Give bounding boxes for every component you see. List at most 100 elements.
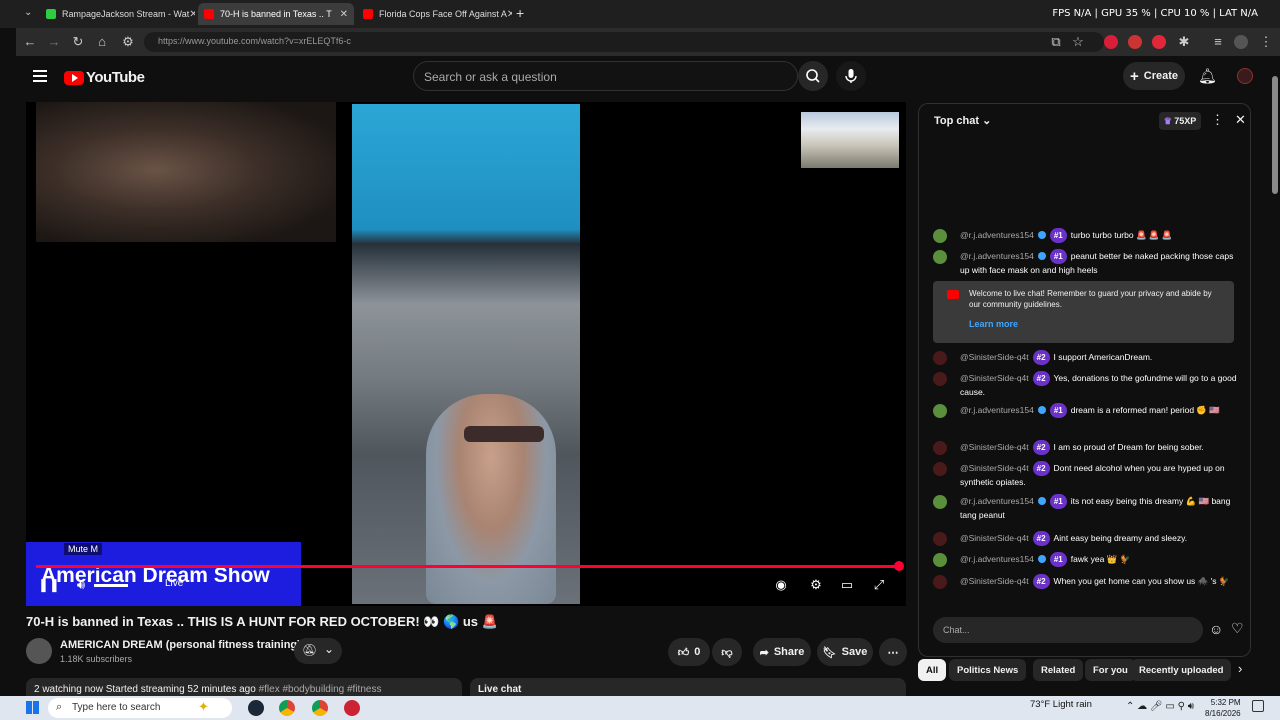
chip-all[interactable]: All	[918, 659, 947, 681]
back-arrow-icon[interactable]: ←	[22, 34, 38, 50]
windows-start-icon[interactable]	[26, 701, 39, 714]
close-chat-icon[interactable]: ✕	[1235, 112, 1246, 128]
chip-politics-news[interactable]: Politics News	[949, 659, 1027, 681]
chat-username[interactable]: @SinisterSide-q4t	[960, 373, 1029, 383]
user-avatar[interactable]	[933, 532, 947, 546]
more-actions-button[interactable]: ⋯	[879, 638, 907, 666]
obs-icon[interactable]	[344, 700, 360, 716]
learn-more-link[interactable]: Learn more	[969, 319, 1224, 330]
volume-slider[interactable]	[94, 584, 128, 587]
scrollbar-thumb[interactable]	[1272, 76, 1278, 194]
pause-icon[interactable]: ❚❚	[38, 576, 60, 594]
chat-username[interactable]: @r.j.adventures154	[960, 251, 1034, 261]
account-avatar[interactable]	[1237, 68, 1253, 84]
profile-avatar-icon[interactable]	[1234, 35, 1248, 49]
theater-mode-icon[interactable]: ▭	[838, 576, 856, 594]
copilot-sparkle-icon[interactable]: ✦	[198, 699, 209, 715]
extension-stop-icon[interactable]	[1152, 35, 1166, 49]
chrome-profile-icon[interactable]	[312, 700, 328, 716]
chat-username[interactable]: @r.j.adventures154	[960, 230, 1034, 240]
extension-red-icon[interactable]	[1104, 35, 1118, 49]
share-button[interactable]: ➦ Share	[753, 638, 811, 666]
user-avatar[interactable]	[933, 250, 947, 264]
close-icon[interactable]: ✕	[340, 9, 348, 20]
tab-70h-banned[interactable]: 70-H is banned in Texas .. T ✕	[198, 3, 354, 25]
chip-recently-uploaded[interactable]: Recently uploaded	[1131, 659, 1232, 681]
emoji-icon[interactable]: ☺	[1209, 621, 1223, 637]
save-button[interactable]: 🔖︎ Save	[817, 638, 873, 666]
like-button[interactable]: 👍︎ 0	[668, 638, 710, 666]
chat-username[interactable]: @SinisterSide-q4t	[960, 533, 1029, 543]
xp-badge[interactable]: ♛ 75XP	[1159, 112, 1201, 130]
chip-for-you[interactable]: For you	[1085, 659, 1136, 681]
bookmark-star-icon[interactable]: ☆	[1070, 34, 1086, 50]
close-icon[interactable]: ✕	[507, 9, 512, 20]
search-input[interactable]: Search or ask a question	[413, 61, 798, 91]
autoplay-toggle-icon[interactable]: ◉	[772, 576, 790, 594]
chip-related[interactable]: Related	[1033, 659, 1084, 681]
install-app-icon[interactable]: ⧉	[1048, 34, 1064, 50]
new-tab-plus-icon[interactable]: +	[516, 5, 524, 21]
user-avatar[interactable]	[933, 229, 947, 243]
volume-icon[interactable]: 🔊︎	[72, 576, 90, 594]
search-button[interactable]	[798, 61, 828, 91]
user-avatar[interactable]	[933, 441, 947, 455]
site-settings-icon[interactable]: ⚙	[120, 34, 136, 50]
user-avatar[interactable]	[933, 351, 947, 365]
create-button[interactable]: + Create	[1123, 62, 1185, 90]
extensions-puzzle-icon[interactable]: ✱	[1176, 34, 1192, 50]
extension-badge-icon[interactable]	[1128, 35, 1142, 49]
notifications-icon[interactable]	[1252, 700, 1264, 712]
user-avatar[interactable]	[933, 404, 947, 418]
chat-username[interactable]: @SinisterSide-q4t	[960, 352, 1029, 362]
page-scrollbar[interactable]	[1270, 56, 1280, 696]
channel-name[interactable]: AMERICAN DREAM (personal fitness trainin…	[60, 639, 301, 651]
forward-arrow-icon[interactable]: →	[46, 34, 62, 50]
chat-username[interactable]: @r.j.adventures154	[960, 496, 1034, 506]
notifications-bell-icon[interactable]: 🔔︎	[1198, 67, 1217, 85]
progress-bar[interactable]	[36, 565, 901, 568]
tab-list-chevron-icon[interactable]: ⌄	[24, 7, 32, 18]
chip-next-arrow-icon[interactable]: ›	[1238, 661, 1242, 676]
progress-scrubber[interactable]	[894, 561, 904, 571]
video-player[interactable]: American Dream Show Mute M ❚❚ 🔊︎ Live ◉ …	[26, 102, 906, 606]
taskbar-clock[interactable]: 5:32 PM 8/16/2026	[1205, 697, 1241, 719]
settings-gear-icon[interactable]: ⚙	[807, 576, 825, 594]
home-icon[interactable]: ⌂	[94, 34, 110, 50]
user-avatar[interactable]	[933, 372, 947, 386]
tab-florida-cops[interactable]: Florida Cops Face Off Against A ✕	[357, 3, 512, 25]
chat-username[interactable]: @SinisterSide-q4t	[960, 442, 1029, 452]
weather-widget[interactable]: 73°F Light rain	[1030, 699, 1092, 710]
notification-settings-button[interactable]: 🔕︎ ⌄	[294, 638, 342, 664]
chat-input[interactable]: Chat...	[933, 617, 1203, 643]
close-icon[interactable]: ✕	[189, 9, 195, 20]
chat-username[interactable]: @r.j.adventures154	[960, 405, 1034, 415]
description-hashtags[interactable]: #flex #bodybuilding #fitness	[259, 684, 382, 695]
chat-scrollbar[interactable]	[1243, 138, 1247, 606]
reload-icon[interactable]: ↻	[70, 34, 86, 50]
chat-username[interactable]: @SinisterSide-q4t	[960, 576, 1029, 586]
heart-icon[interactable]: ♡	[1231, 620, 1244, 637]
live-chat-bar[interactable]: Live chat	[470, 678, 906, 696]
description-box[interactable]: 2 watching now Started streaming 52 minu…	[26, 678, 462, 696]
user-avatar[interactable]	[933, 462, 947, 476]
youtube-logo[interactable]: YouTube	[64, 69, 145, 86]
user-avatar[interactable]	[933, 495, 947, 509]
voice-search-button[interactable]	[836, 61, 866, 91]
user-avatar[interactable]	[933, 575, 947, 589]
browser-menu-icon[interactable]: ⋮	[1258, 34, 1274, 50]
top-chat-dropdown[interactable]: Top chat ⌄	[934, 114, 991, 127]
reading-list-icon[interactable]: ≡	[1210, 34, 1226, 50]
hamburger-menu-icon[interactable]	[33, 70, 47, 82]
channel-avatar[interactable]	[26, 638, 52, 664]
tab-rampagejackson[interactable]: RampageJackson Stream - Wat ✕	[40, 3, 195, 25]
user-avatar[interactable]	[933, 553, 947, 567]
url-field[interactable]: https://www.youtube.com/watch?v=xrELEQTf…	[144, 32, 1104, 52]
dislike-button[interactable]: 👎︎	[712, 638, 742, 666]
chat-username[interactable]: @r.j.adventures154	[960, 554, 1034, 564]
chrome-icon[interactable]	[279, 700, 295, 716]
chat-username[interactable]: @SinisterSide-q4t	[960, 463, 1029, 473]
fullscreen-icon[interactable]: ⤢	[870, 576, 888, 594]
steam-icon[interactable]	[248, 700, 264, 716]
chat-menu-dots-icon[interactable]: ⋮	[1211, 112, 1224, 128]
